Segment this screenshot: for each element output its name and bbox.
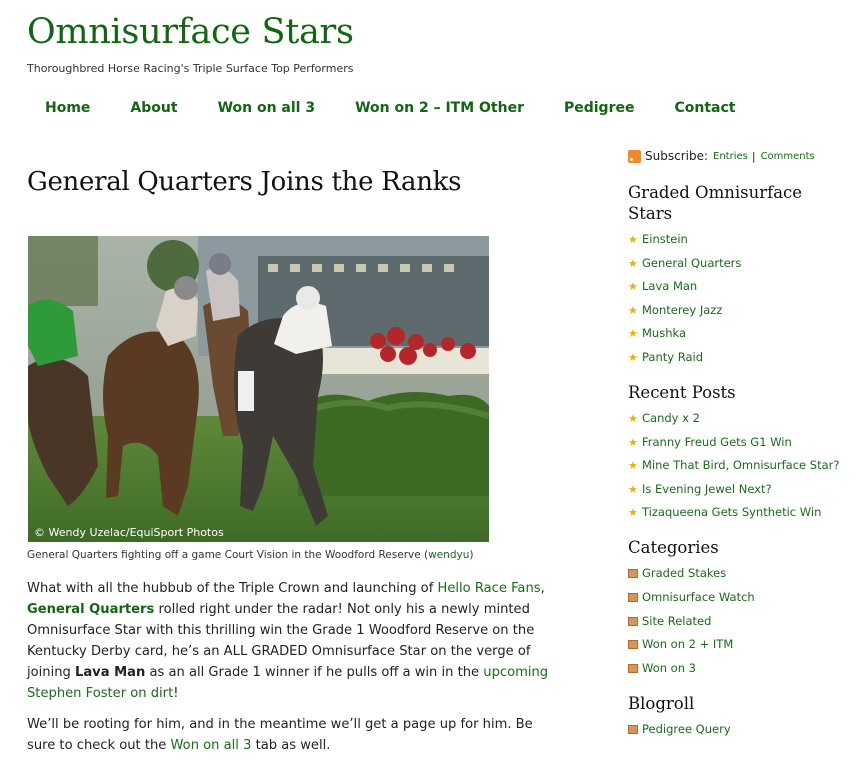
nav-about[interactable]: About — [110, 100, 197, 116]
list-item[interactable]: ★ Panty Raid — [628, 350, 848, 365]
folder-icon — [628, 640, 638, 650]
post-title[interactable]: General Quarters Joins the Ranks — [27, 167, 461, 197]
categories-heading: Categories — [628, 538, 719, 558]
blogroll-heading: Blogroll — [628, 693, 695, 713]
recent-posts-heading: Recent Posts — [628, 382, 736, 402]
list-item[interactable]: Pedigree Query — [628, 722, 848, 737]
list-item[interactable]: ★ General Quarters — [628, 256, 848, 271]
subscribe-separator: | — [751, 149, 756, 163]
site-tagline: Thoroughbred Horse Racing's Triple Surfa… — [27, 62, 354, 75]
list-item[interactable]: ★ Mine That Bird, Omnisurface Star? — [628, 458, 848, 473]
caption-link-wendyu[interactable]: wendyu — [428, 549, 469, 561]
star-icon: ★ — [628, 459, 638, 473]
list-item[interactable]: Graded Stakes — [628, 566, 848, 581]
star-icon: ★ — [628, 411, 638, 425]
link-hello-race-fans[interactable]: Hello Race Fans — [437, 581, 540, 596]
nav-contact[interactable]: Contact — [654, 100, 755, 116]
list-item[interactable]: Won on 2 + ITM — [628, 637, 848, 652]
star-icon: ★ — [628, 233, 638, 246]
sidebar: Subscribe: Entries | Comments Graded Omn… — [628, 146, 848, 745]
list-item[interactable]: Site Related — [628, 614, 848, 629]
list-item[interactable]: ★ Monterey Jazz — [628, 303, 848, 318]
subscribe-row: Subscribe: Entries | Comments — [628, 146, 848, 166]
folder-icon — [628, 663, 638, 673]
star-icon: ★ — [628, 256, 638, 270]
star-icon: ★ — [628, 280, 638, 294]
list-item[interactable]: ★ Einstein — [628, 232, 848, 247]
star-icon: ★ — [628, 506, 638, 520]
star-icon: ★ — [628, 482, 638, 496]
nav-won-on-all-3[interactable]: Won on all 3 — [198, 100, 336, 116]
graded-stars-list: ★ Einstein ★ General Quarters ★ Lava Man ★ M… — [628, 232, 848, 365]
folder-icon — [628, 592, 638, 602]
list-item[interactable]: ★ Mushka — [628, 326, 848, 341]
list-item[interactable]: ★ Lava Man — [628, 279, 848, 294]
rss-icon — [628, 149, 641, 163]
star-icon: ★ — [628, 350, 638, 364]
site-title[interactable]: Omnisurface Stars — [27, 12, 354, 52]
lava-man-text: Lava Man — [75, 665, 146, 680]
folder-icon — [628, 616, 638, 626]
subscribe-comments-link[interactable]: Comments — [761, 151, 815, 162]
subscribe-entries-link[interactable]: Entries — [713, 151, 748, 162]
list-item[interactable]: ★ Is Evening Jewel Next? — [628, 482, 848, 497]
post-paragraph-1: What with all the hubbub of the Triple C… — [27, 581, 549, 701]
graded-stars-heading: Graded Omnisurface Stars — [628, 183, 803, 223]
nav-pedigree[interactable]: Pedigree — [544, 100, 655, 116]
link-won-on-all-3[interactable]: Won on all 3 — [171, 738, 252, 753]
nav-won-on-2[interactable]: Won on 2 – ITM Other — [335, 100, 544, 116]
post-paragraph-2: We’ll be rooting for him, and in the mea… — [27, 717, 533, 753]
star-icon: ★ — [628, 303, 638, 317]
photo-caption: General Quarters fighting off a game Cou… — [27, 549, 474, 561]
recent-posts-list: ★ Candy x 2 ★ Franny Freud Gets G1 Win ★ Mi… — [628, 411, 848, 520]
list-item[interactable]: ★ Candy x 2 — [628, 411, 848, 426]
list-item[interactable]: ★ Franny Freud Gets G1 Win — [628, 435, 848, 450]
link-general-quarters[interactable]: General Quarters — [27, 602, 154, 617]
race-photo: © Wendy Uzelac/EquiSport Photos — [28, 236, 489, 542]
photo-credit: © Wendy Uzelac/EquiSport Photos — [34, 526, 224, 539]
list-item[interactable]: ★ Tizaqueena Gets Synthetic Win — [628, 505, 848, 520]
main-nav: Home About Won on all 3 Won on 2 – ITM O… — [25, 100, 755, 116]
star-icon: ★ — [628, 327, 638, 341]
list-item[interactable]: Won on 3 — [628, 661, 848, 676]
subscribe-label: Subscribe: — [645, 149, 708, 163]
blogroll-list: Pedigree Query — [628, 722, 848, 737]
nav-home[interactable]: Home — [25, 100, 110, 116]
categories-list: Graded Stakes Omnisurface Watch Site Rel… — [628, 566, 848, 675]
list-item[interactable]: Omnisurface Watch — [628, 590, 848, 605]
folder-icon — [628, 724, 638, 734]
folder-icon — [628, 569, 638, 579]
star-icon: ★ — [628, 435, 638, 449]
